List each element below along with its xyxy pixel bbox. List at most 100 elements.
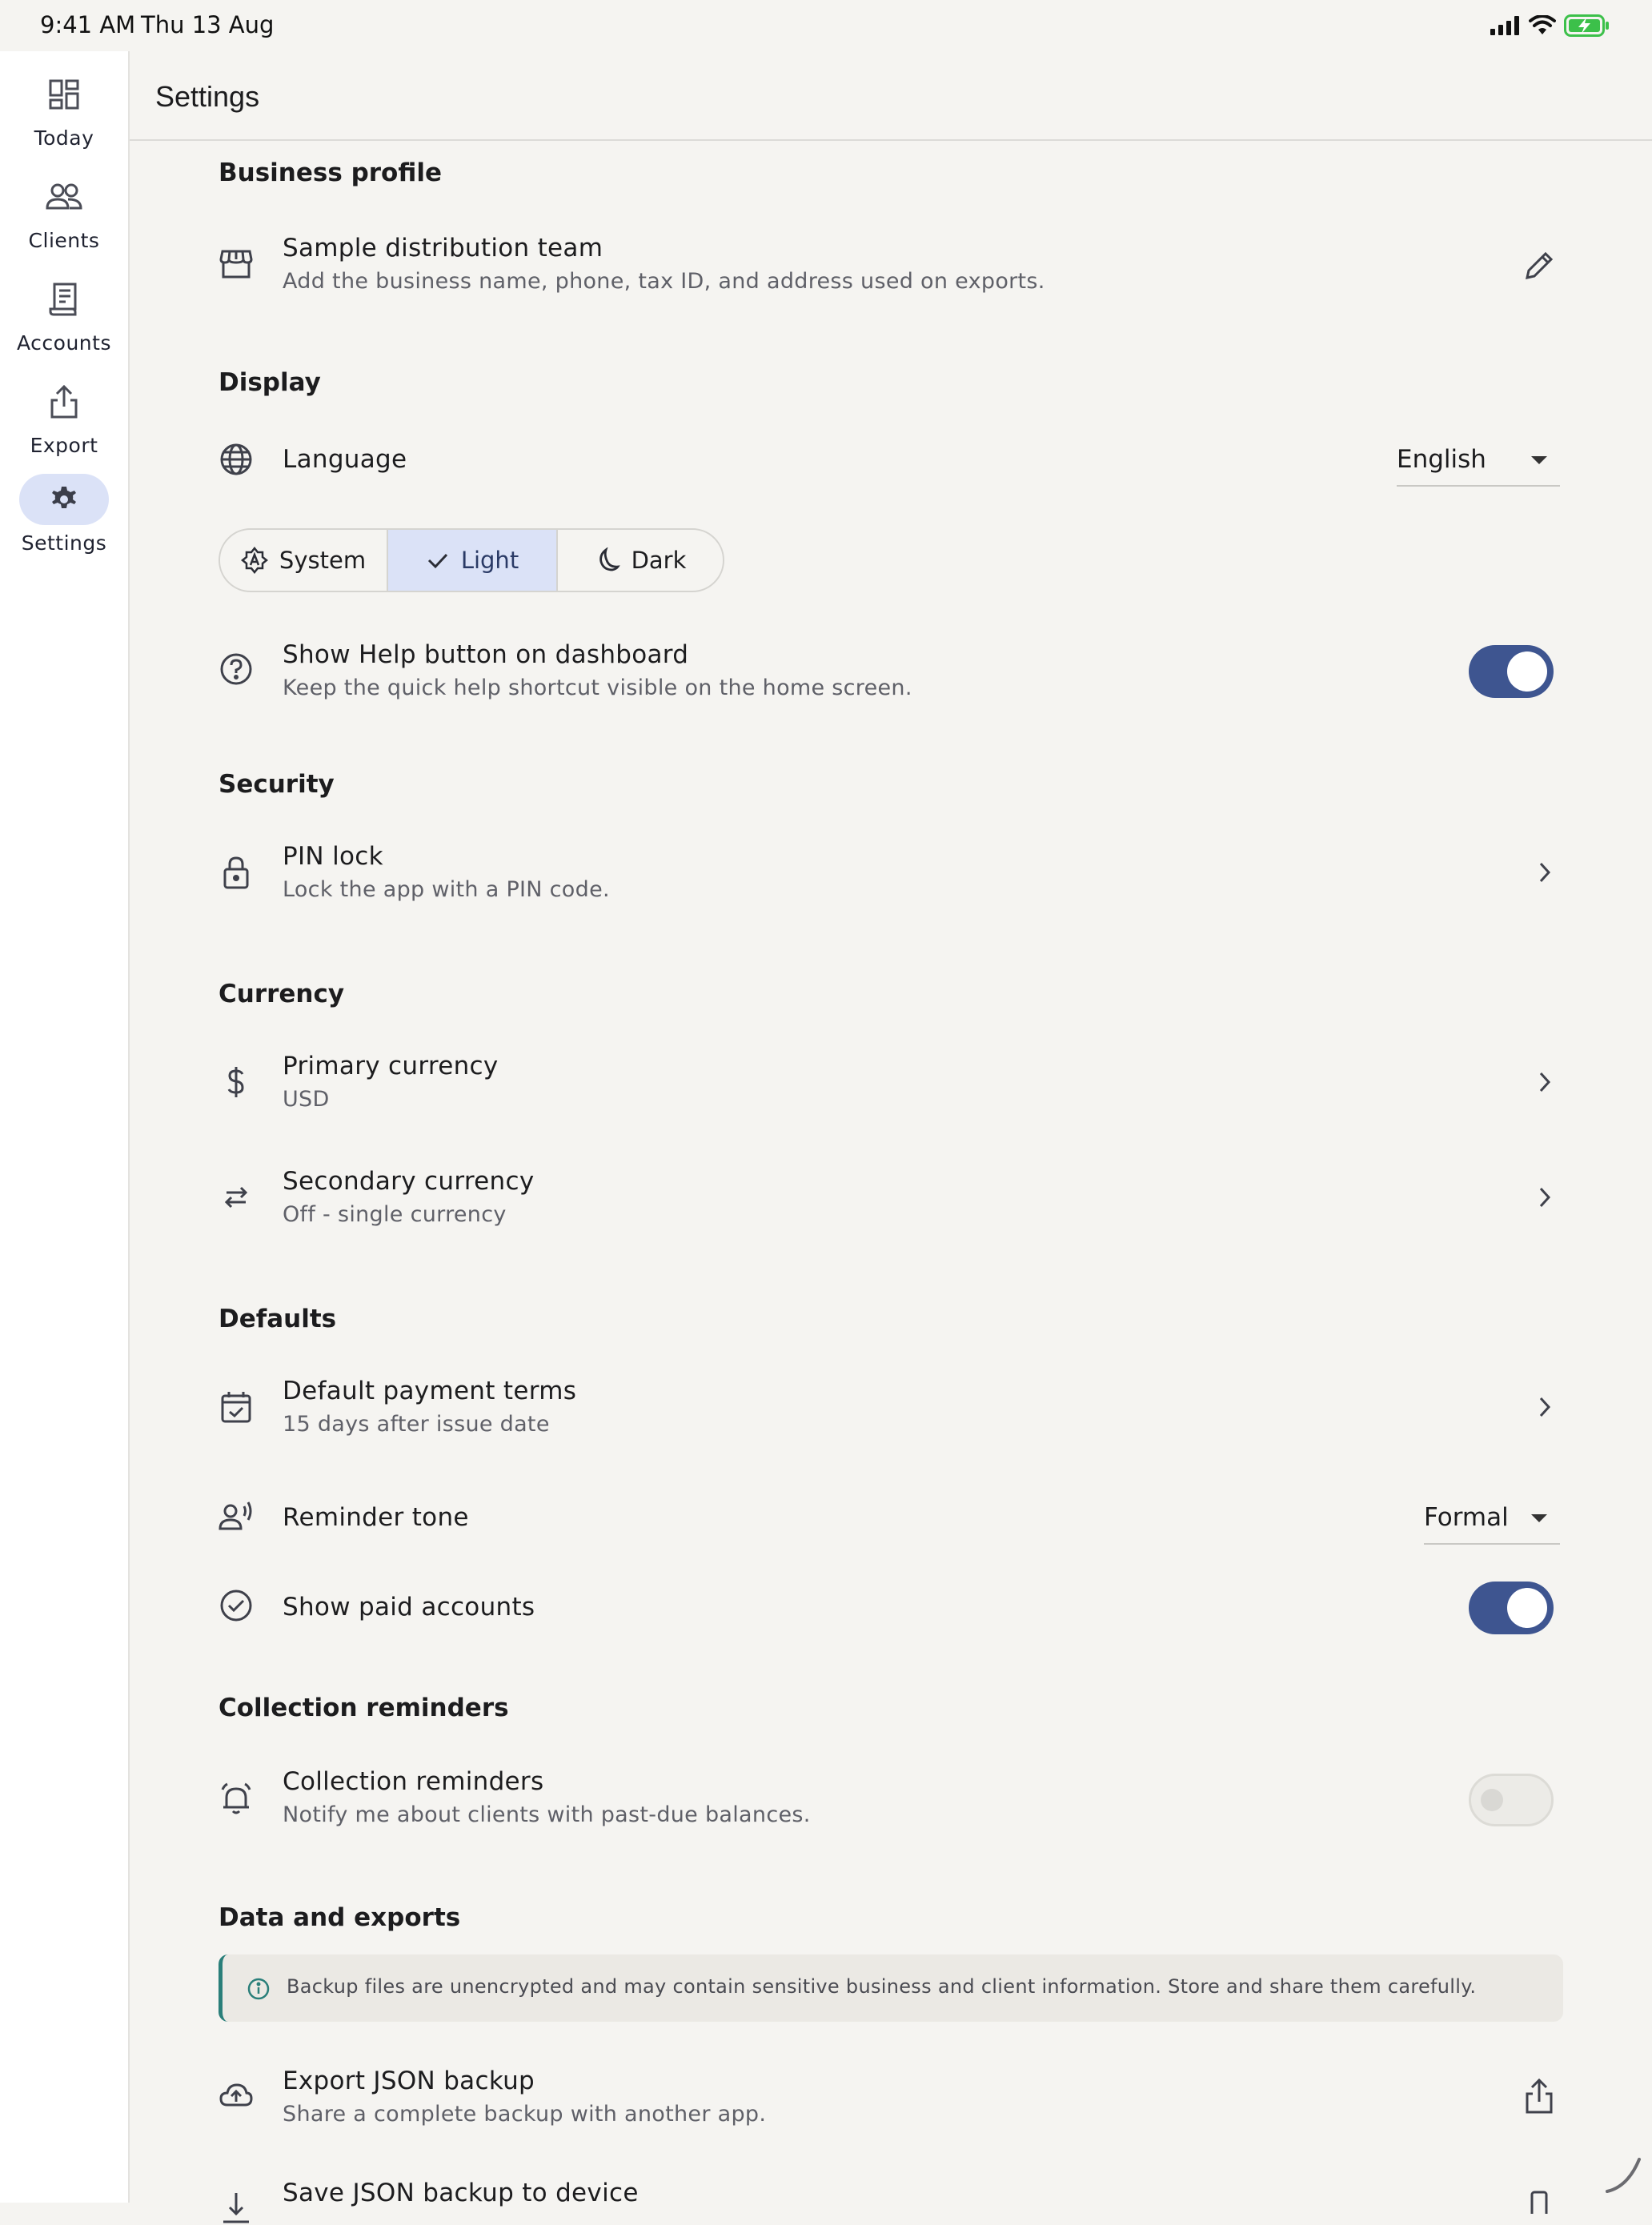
collection-reminders-row[interactable]: Collection reminders Notify me about cli… — [219, 1761, 1560, 1838]
top-app-bar: Settings — [130, 51, 1652, 141]
section-title-business: Business profile — [219, 158, 442, 187]
info-icon — [247, 1978, 270, 2000]
chevron-right-icon — [1539, 862, 1551, 883]
alarm-bell-icon — [221, 1782, 251, 1814]
voice-person-icon — [219, 1501, 252, 1530]
show-paid-row[interactable]: Show paid accounts — [219, 1577, 1560, 1641]
rail-item-today[interactable]: Today — [0, 69, 128, 150]
theme-segmented-control: System Light Dark — [219, 528, 724, 592]
rail-item-label: Settings — [21, 531, 107, 555]
help-secondary: Keep the quick help shortcut visible on … — [283, 676, 912, 700]
navigation-rail: Today Clients Accounts Export Settings — [0, 51, 130, 2203]
rail-item-clients[interactable]: Clients — [0, 171, 128, 252]
business-profile-row[interactable]: Sample distribution team Add the busines… — [219, 229, 1560, 301]
primary-currency-chevron — [1536, 1069, 1554, 1095]
show-paid-label: Show paid accounts — [283, 1593, 535, 1622]
section-title-security: Security — [219, 770, 335, 799]
primary-currency-row[interactable]: Primary currency USD — [219, 1045, 1560, 1122]
export-share-button[interactable] — [1523, 2078, 1555, 2115]
edit-pencil-icon — [1526, 251, 1554, 279]
secondary-currency-value: Off - single currency — [283, 1202, 507, 1227]
signal-icon — [1490, 16, 1519, 35]
check-icon — [427, 553, 447, 569]
battery-charging-icon — [1564, 14, 1609, 37]
collection-reminders-toggle[interactable] — [1469, 1774, 1554, 1826]
receipt-icon — [49, 283, 77, 316]
edit-button[interactable] — [1523, 248, 1557, 282]
export-json-row[interactable]: Export JSON backup Share a complete back… — [219, 2060, 1560, 2137]
section-title-display: Display — [219, 368, 321, 397]
device-icon — [1530, 2191, 1548, 2214]
people-icon — [46, 183, 82, 210]
show-paid-toggle[interactable] — [1469, 1582, 1554, 1634]
primary-currency-label: Primary currency — [283, 1052, 499, 1080]
reminder-tone-dropdown[interactable]: Formal — [1424, 1495, 1560, 1545]
payment-terms-label: Default payment terms — [283, 1377, 577, 1405]
storefront-icon — [219, 250, 253, 279]
check-circle-icon — [220, 1590, 252, 1622]
secondary-currency-row[interactable]: Secondary currency Off - single currency — [219, 1161, 1560, 1237]
status-bar: 9:41 AM Thu 13 Aug — [0, 0, 1652, 51]
primary-currency-value: USD — [283, 1087, 330, 1112]
secondary-currency-label: Secondary currency — [283, 1167, 535, 1196]
pin-lock-row[interactable]: PIN lock Lock the app with a PIN code. — [219, 836, 1560, 912]
reminder-tone-row: Reminder tone Formal — [219, 1490, 1560, 1554]
collection-reminders-label: Collection reminders — [283, 1767, 544, 1796]
export-json-label: Export JSON backup — [283, 2067, 535, 2095]
backup-warning-banner: Backup files are unencrypted and may con… — [219, 1954, 1563, 2022]
swap-arrows-icon — [224, 1186, 248, 1209]
share-icon — [50, 384, 78, 419]
business-description: Add the business name, phone, tax ID, an… — [283, 269, 1045, 294]
help-button-row[interactable]: Show Help button on dashboard Keep the q… — [219, 634, 1560, 711]
theme-option-light[interactable]: Light — [388, 530, 558, 591]
rail-item-accounts[interactable]: Accounts — [0, 274, 128, 355]
theme-option-label: Light — [460, 547, 519, 574]
download-icon — [223, 2193, 249, 2223]
rail-item-settings[interactable]: Settings — [0, 474, 128, 555]
help-toggle[interactable] — [1469, 645, 1554, 698]
pin-secondary: Lock the app with a PIN code. — [283, 877, 610, 902]
cloud-upload-icon — [219, 2083, 253, 2107]
rail-item-label: Export — [30, 434, 98, 457]
language-label: Language — [283, 445, 407, 474]
rail-item-label: Clients — [28, 229, 100, 252]
rail-item-label: Accounts — [17, 331, 111, 355]
rail-item-label: Today — [34, 126, 94, 150]
dashboard-icon — [49, 79, 79, 110]
theme-option-label: System — [279, 547, 367, 574]
payment-terms-chevron — [1536, 1394, 1554, 1420]
settings-content: Business profile Sample distribution tea… — [130, 141, 1652, 2223]
language-value: English — [1397, 445, 1486, 474]
save-json-label: Save JSON backup to device — [283, 2179, 639, 2207]
calendar-check-icon — [221, 1392, 251, 1423]
status-date: Thu 13 Aug — [141, 11, 275, 38]
moon-icon — [599, 547, 620, 571]
export-json-desc: Share a complete backup with another app… — [283, 2102, 767, 2127]
scroll-corner-indicator — [1606, 2158, 1641, 2193]
language-dropdown[interactable]: English — [1397, 437, 1560, 487]
chevron-right-icon — [1539, 1072, 1551, 1092]
save-json-row[interactable]: Save JSON backup to device — [219, 2174, 1560, 2223]
language-row: Language English — [219, 437, 1560, 501]
wifi-icon — [1529, 15, 1556, 34]
theme-option-system[interactable]: System — [220, 530, 388, 591]
secondary-currency-chevron — [1536, 1185, 1554, 1210]
theme-option-label: Dark — [631, 547, 687, 574]
auto-brightness-icon — [240, 547, 268, 574]
business-name: Sample distribution team — [283, 234, 603, 263]
status-time: 9:41 AM — [40, 11, 136, 38]
page-title: Settings — [155, 80, 260, 113]
gear-icon — [52, 487, 76, 508]
share-icon — [1526, 2078, 1553, 2114]
dropdown-arrow-icon — [1531, 1514, 1547, 1522]
save-device-button[interactable] — [1530, 2190, 1549, 2214]
pin-chevron — [1536, 860, 1554, 885]
dropdown-arrow-icon — [1531, 456, 1547, 464]
rail-item-export[interactable]: Export — [0, 376, 128, 457]
pin-primary: PIN lock — [283, 842, 383, 871]
backup-warning-text: Backup files are unencrypted and may con… — [287, 1975, 1477, 1998]
theme-option-dark[interactable]: Dark — [558, 530, 723, 591]
help-primary: Show Help button on dashboard — [283, 640, 689, 669]
section-title-defaults: Defaults — [219, 1305, 337, 1333]
payment-terms-row[interactable]: Default payment terms 15 days after issu… — [219, 1370, 1560, 1447]
